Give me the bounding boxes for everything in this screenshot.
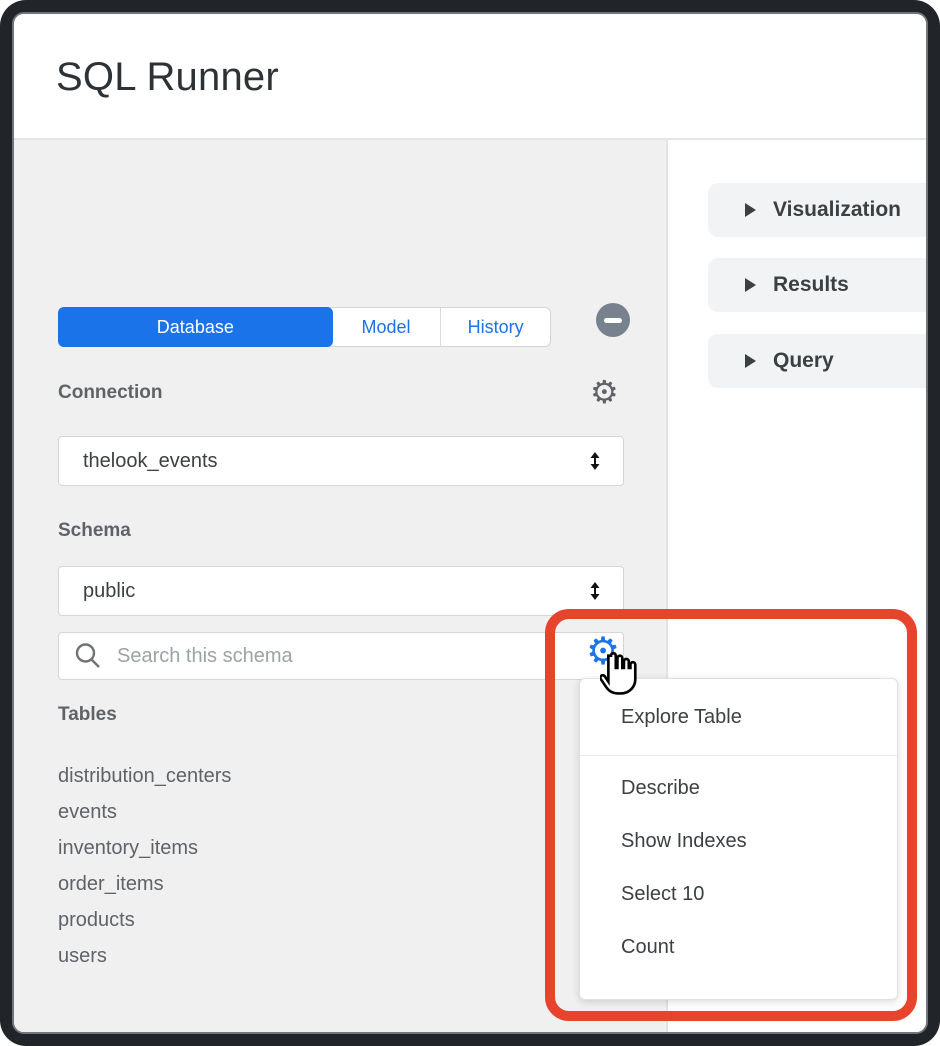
connection-select-value: thelook_events bbox=[83, 450, 218, 473]
connection-select[interactable]: thelook_events bbox=[58, 436, 624, 486]
updown-arrow-icon bbox=[589, 581, 601, 601]
table-item-users[interactable]: users bbox=[58, 938, 478, 974]
menu-item-count[interactable]: Count bbox=[580, 921, 897, 974]
tables-label: Tables bbox=[58, 704, 117, 726]
connection-settings-gear-icon[interactable]: ⚙ bbox=[590, 376, 619, 408]
tab-model[interactable]: Model bbox=[332, 308, 441, 346]
search-input[interactable] bbox=[117, 645, 609, 668]
sidebar: Database Model History Connection ⚙ thel… bbox=[14, 140, 668, 1032]
table-item-events[interactable]: events bbox=[58, 794, 478, 830]
table-item-inventory-items[interactable]: inventory_items bbox=[58, 830, 478, 866]
tab-database[interactable]: Database bbox=[58, 307, 333, 347]
chevron-right-icon bbox=[745, 278, 756, 292]
table-item-order-items[interactable]: order_items bbox=[58, 866, 478, 902]
menu-item-select-10[interactable]: Select 10 bbox=[580, 868, 897, 921]
table-list: distribution_centers events inventory_it… bbox=[58, 758, 478, 974]
search-icon bbox=[73, 641, 103, 671]
section-label: Query bbox=[773, 349, 834, 373]
section-label: Results bbox=[773, 273, 849, 297]
section-visualization[interactable]: Visualization bbox=[708, 183, 928, 237]
section-label: Visualization bbox=[773, 198, 901, 222]
sidebar-tab-group: Database Model History bbox=[58, 307, 551, 347]
table-item-products[interactable]: products bbox=[58, 902, 478, 938]
menu-item-show-indexes[interactable]: Show Indexes bbox=[580, 815, 897, 868]
updown-arrow-icon bbox=[589, 451, 601, 471]
schema-select-value: public bbox=[83, 580, 135, 603]
connection-label: Connection bbox=[58, 382, 163, 404]
schema-select[interactable]: public bbox=[58, 566, 624, 616]
table-options-gear-icon[interactable]: ⚙ bbox=[586, 632, 620, 670]
schema-search bbox=[58, 632, 624, 680]
app-header: SQL Runner bbox=[14, 14, 926, 140]
tab-history[interactable]: History bbox=[440, 308, 550, 346]
section-query[interactable]: Query bbox=[708, 334, 928, 388]
collapse-panel-button[interactable] bbox=[596, 303, 630, 337]
page-title: SQL Runner bbox=[56, 55, 279, 100]
menu-item-explore-table[interactable]: Explore Table bbox=[580, 679, 897, 755]
menu-item-describe[interactable]: Describe bbox=[580, 762, 897, 815]
chevron-right-icon bbox=[745, 354, 756, 368]
menu-section: Describe Show Indexes Select 10 Count bbox=[580, 756, 897, 982]
window-frame: SQL Runner Database Model History Connec… bbox=[0, 0, 940, 1046]
table-item-distribution-centers[interactable]: distribution_centers bbox=[58, 758, 478, 794]
app-window: SQL Runner Database Model History Connec… bbox=[12, 12, 928, 1034]
section-results[interactable]: Results bbox=[708, 258, 928, 312]
chevron-right-icon bbox=[745, 203, 756, 217]
minus-icon bbox=[604, 318, 622, 323]
schema-label: Schema bbox=[58, 520, 131, 542]
table-options-menu: Explore Table Describe Show Indexes Sele… bbox=[579, 678, 898, 1000]
